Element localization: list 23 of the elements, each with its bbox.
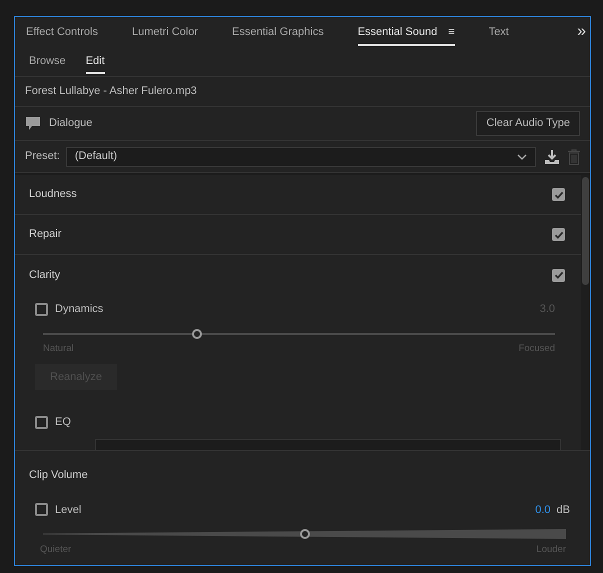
control-label: Level (55, 502, 82, 518)
menu-icon[interactable]: ≡ (445, 26, 455, 38)
section-title: Loudness (29, 187, 77, 202)
panel-tab[interactable]: Essential Graphics (232, 24, 324, 46)
panel-tab[interactable]: Effect Controls (26, 24, 98, 46)
preset-label: Preset: (25, 149, 60, 164)
panel-tab[interactable]: Text (488, 24, 509, 46)
sub-tab[interactable]: Edit (86, 52, 105, 74)
sub-tab[interactable]: Browse (29, 52, 66, 74)
control-label: Dynamics (55, 302, 104, 317)
overflow-button[interactable]: » (577, 20, 586, 44)
preset-dropdown[interactable]: (Default) (66, 146, 536, 166)
control-label: EQ (55, 415, 71, 430)
unit-label: dB (556, 502, 570, 518)
audio-type-label: Dialogue (49, 116, 92, 132)
section-title: Clarity (29, 268, 60, 283)
clear-audio-type-button[interactable]: Clear Audio Type (476, 111, 580, 136)
clip-name: Forest Lullabye - Asher Fulero.mp3 (25, 84, 197, 100)
section-title: Clip Volume (29, 469, 88, 481)
panel-tab[interactable]: Essential Sound ≡ (358, 24, 455, 46)
value-field[interactable]: 0.0 (535, 502, 551, 518)
section-title: Repair (29, 227, 62, 242)
panel-tab[interactable]: Lumetri Color (132, 24, 198, 46)
